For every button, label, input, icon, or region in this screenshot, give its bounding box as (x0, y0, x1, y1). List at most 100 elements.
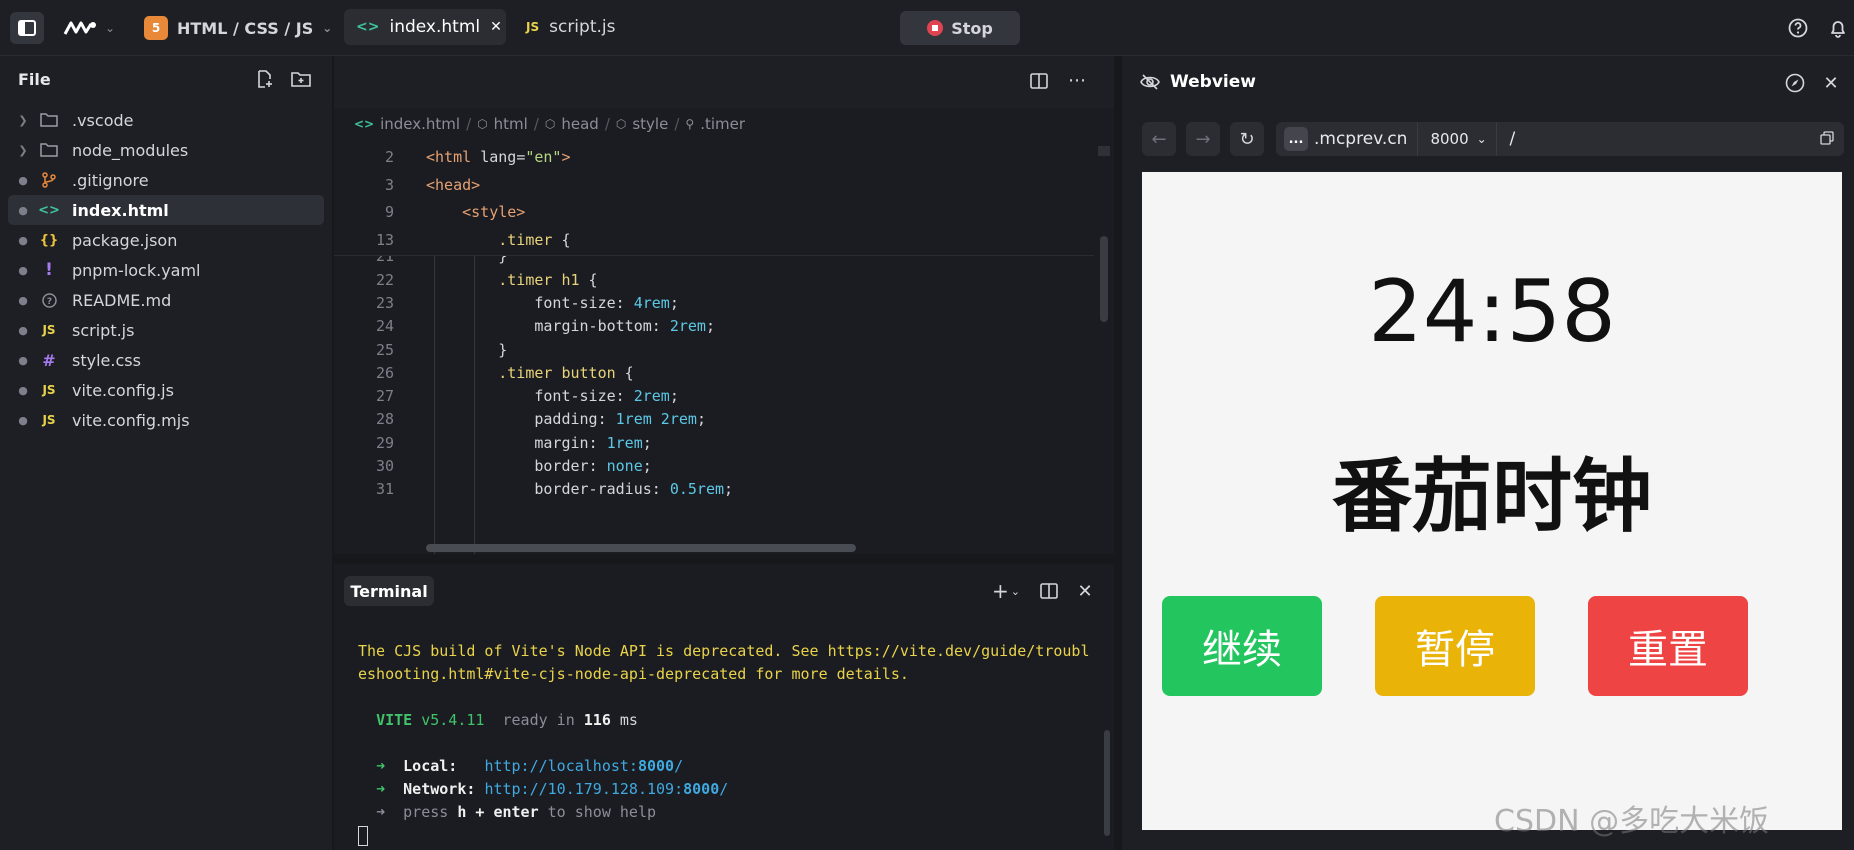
line-number: 3 (384, 175, 394, 194)
tree-item-vscode[interactable]: ❯ .vscode (8, 105, 324, 135)
new-folder-button[interactable] (290, 68, 312, 90)
arrow-left-icon: ← (1151, 128, 1167, 150)
new-terminal-button[interactable]: + ⌄ (990, 579, 1022, 603)
cube-icon: ⬡ (477, 117, 488, 131)
line-number: 31 (375, 480, 394, 499)
template-selector[interactable]: 5 HTML / CSS / JS ⌄ (144, 13, 332, 43)
code-text: <head> (426, 175, 481, 194)
url-bar[interactable]: ... .mcprev.cn 8000 ⌄ / (1276, 122, 1844, 156)
forward-button[interactable]: → (1186, 122, 1220, 156)
terminal-cursor (358, 826, 368, 846)
tab-index-html[interactable]: <> index.html ✕ (344, 9, 506, 45)
line-number: 24 (375, 317, 394, 336)
notifications-button[interactable] (1826, 16, 1850, 40)
tree-item-label: .vscode (72, 110, 134, 130)
code-text: border: none; (426, 457, 652, 475)
code-line: 26 .timer button { (334, 362, 1094, 384)
html5-icon: 5 (144, 16, 168, 40)
breadcrumb-item[interactable]: style (632, 115, 668, 133)
tree-item-label: README.md (72, 290, 172, 310)
close-icon[interactable]: ✕ (490, 19, 502, 35)
eye-icon (1140, 74, 1160, 90)
tree-item-label: vite.config.mjs (72, 410, 190, 430)
split-editor-button[interactable] (1028, 70, 1050, 92)
tree-item-style-css[interactable]: ● # style.css (8, 345, 324, 375)
tree-item-script-js[interactable]: ● JS script.js (8, 315, 324, 345)
code-line: 3 <head> (334, 174, 1094, 196)
reset-button[interactable]: 重置 (1588, 596, 1748, 696)
logo-icon (63, 21, 96, 35)
close-icon: ✕ (1823, 72, 1839, 94)
svg-text:?: ? (46, 297, 51, 307)
indent-guide (474, 256, 475, 554)
tab-terminal[interactable]: Terminal (344, 576, 434, 606)
line-number: 28 (375, 410, 394, 429)
copy-icon[interactable] (1820, 130, 1836, 146)
line-number: 9 (384, 203, 394, 221)
url-prefix-button[interactable]: ... (1284, 127, 1308, 151)
js-icon: JS (42, 323, 56, 337)
dot-icon: ● (18, 383, 28, 397)
exclamation-icon: ! (45, 260, 53, 280)
horizontal-scrollbar[interactable] (426, 544, 856, 552)
open-in-browser-button[interactable] (1784, 72, 1806, 94)
code-text: font-size: 2rem; (426, 387, 679, 406)
back-button[interactable]: ← (1142, 122, 1176, 156)
terminal-scrollbar[interactable] (1104, 730, 1110, 836)
tree-item-node-modules[interactable]: ❯ node_modules (8, 135, 324, 165)
code-text: border-radius: 0.5rem; (426, 480, 734, 499)
arrow-right-icon: → (1195, 128, 1211, 150)
code-line: 24 margin-bottom: 2rem; (334, 315, 1094, 337)
sticky-scroll-header[interactable]: 2 <html lang="en"> 3 <head> 9 <style> 13 .tim… (334, 146, 1094, 256)
bell-icon (1831, 21, 1845, 38)
close-terminal-button[interactable]: ✕ (1074, 580, 1096, 602)
tree-item-readme[interactable]: ● ? README.md (8, 285, 324, 315)
line-number: 22 (375, 270, 394, 289)
terminal-help-line: ➜ press h + enter to show help (376, 803, 657, 821)
port-value: 8000 (1430, 130, 1469, 148)
app-logo-button[interactable]: ⌄ (56, 14, 122, 42)
breadcrumb: <> index.html / ⬡ html / ⬡ head / ⬡ styl… (354, 115, 746, 133)
tab-script-js[interactable]: JS script.js (514, 9, 644, 45)
breadcrumb-item[interactable]: index.html (380, 115, 460, 133)
dot-icon: ● (18, 323, 28, 337)
vertical-scrollbar[interactable] (1100, 236, 1108, 322)
code-area[interactable]: 20 width: 300px;21 }22 .timer h1 {23 fon… (334, 146, 1094, 554)
help-button[interactable] (1786, 16, 1810, 40)
sidebar-panel-icon (18, 20, 36, 36)
close-icon: ✕ (1077, 580, 1093, 602)
code-line: 27 font-size: 2rem; (334, 385, 1094, 407)
url-path-input[interactable]: / (1509, 129, 1515, 149)
breadcrumb-item[interactable]: html (494, 115, 528, 133)
stop-button[interactable]: Stop (900, 11, 1020, 45)
tree-item-pnpm-lock[interactable]: ● ! pnpm-lock.yaml (8, 255, 324, 285)
line-number: 26 (375, 363, 394, 382)
terminal-output[interactable]: The CJS build of Vite's Node API is depr… (358, 640, 1098, 824)
reload-button[interactable]: ↻ (1230, 122, 1264, 156)
tree-item-index-html[interactable]: ● <> index.html (8, 195, 324, 225)
tree-item-gitignore[interactable]: ● .gitignore (8, 165, 324, 195)
port-select[interactable]: 8000 ⌄ (1417, 122, 1498, 156)
code-line: 31 border-radius: 0.5rem; (334, 478, 1094, 500)
code-text: padding: 1rem 2rem; (426, 410, 706, 429)
breadcrumb-item[interactable]: .timer (700, 115, 745, 133)
split-terminal-button[interactable] (1038, 580, 1060, 602)
tree-item-package-json[interactable]: ● {} package.json (8, 225, 324, 255)
code-line: 29 margin: 1rem; (334, 432, 1094, 454)
tree-item-vite-config-js[interactable]: ● JS vite.config.js (8, 375, 324, 405)
git-icon (38, 170, 60, 190)
dot-icon: ● (18, 293, 28, 307)
resume-button[interactable]: 继续 (1162, 596, 1322, 696)
line-number: 25 (375, 340, 394, 359)
tree-item-vite-config-mjs[interactable]: ● JS vite.config.mjs (8, 405, 324, 435)
selector-icon: ⚲ (685, 117, 695, 131)
more-actions-button[interactable]: ⋯ (1066, 70, 1088, 92)
sidebar-toggle-button[interactable] (10, 12, 44, 44)
new-file-button[interactable] (254, 68, 276, 90)
pause-button[interactable]: 暂停 (1375, 596, 1535, 696)
tree-item-label: pnpm-lock.yaml (72, 260, 201, 280)
close-webview-button[interactable]: ✕ (1820, 72, 1842, 94)
breadcrumb-item[interactable]: head (561, 115, 598, 133)
new-file-icon (258, 70, 272, 88)
cube-icon: ⬡ (615, 117, 627, 131)
